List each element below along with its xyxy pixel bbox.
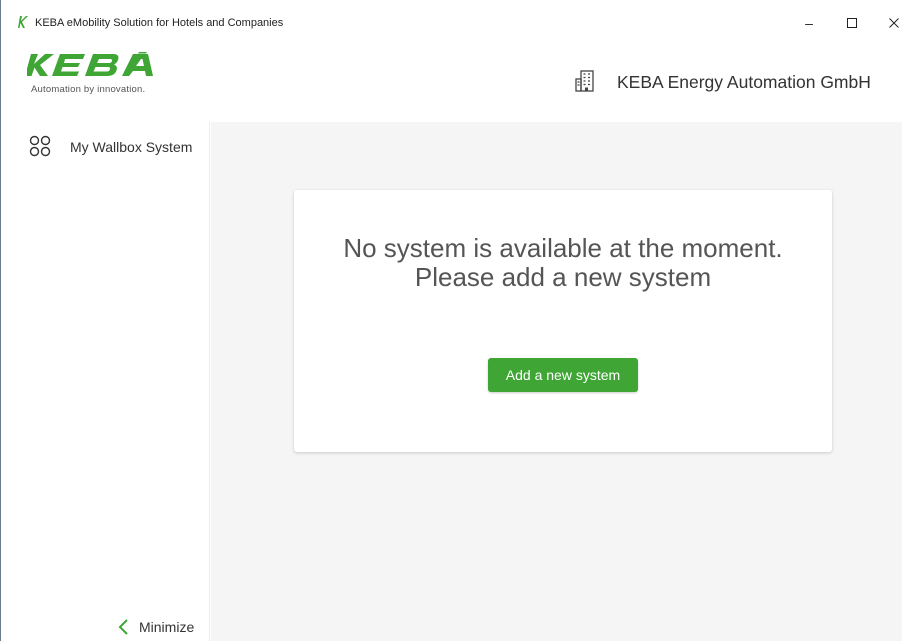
close-window-icon [889,18,899,28]
maximize-window-icon [847,18,857,28]
keba-logo [27,52,153,76]
app-window: KEBA eMobility Solution for Hotels and C… [0,0,902,641]
maximize-window-button[interactable] [837,12,867,34]
minimize-window-icon: – [805,15,813,31]
main-content: No system is available at the moment. Pl… [211,122,902,641]
sidebar: My Wallbox System Minimize [2,122,210,641]
building-icon [575,70,594,92]
minimize-window-button[interactable]: – [794,12,824,34]
add-new-system-button[interactable]: Add a new system [488,358,638,392]
sidebar-item-label: My Wallbox System [70,139,193,155]
sidebar-item-my-wallbox-system[interactable]: My Wallbox System [2,130,209,164]
app-logo-icon [18,16,28,28]
company-name: KEBA Energy Automation GmbH [617,72,871,92]
empty-state-message: No system is available at the moment. Pl… [294,234,832,292]
app-header: Automation by innovation. KEBA Energy Au… [1,36,902,122]
window-title: KEBA eMobility Solution for Hotels and C… [35,17,284,29]
title-bar[interactable]: KEBA eMobility Solution for Hotels and C… [1,0,902,36]
chevron-left-icon [118,619,128,635]
minimize-label: Minimize [139,619,195,635]
empty-state-line-1: No system is available at the moment. [343,233,783,263]
empty-state-line-2: Please add a new system [414,262,712,292]
minimize-sidebar-button[interactable]: Minimize [112,616,208,638]
brand-tagline: Automation by innovation. [31,84,146,95]
grid-circles-icon [29,135,51,157]
empty-state-card: No system is available at the moment. Pl… [294,190,832,452]
close-window-button[interactable] [879,12,902,34]
